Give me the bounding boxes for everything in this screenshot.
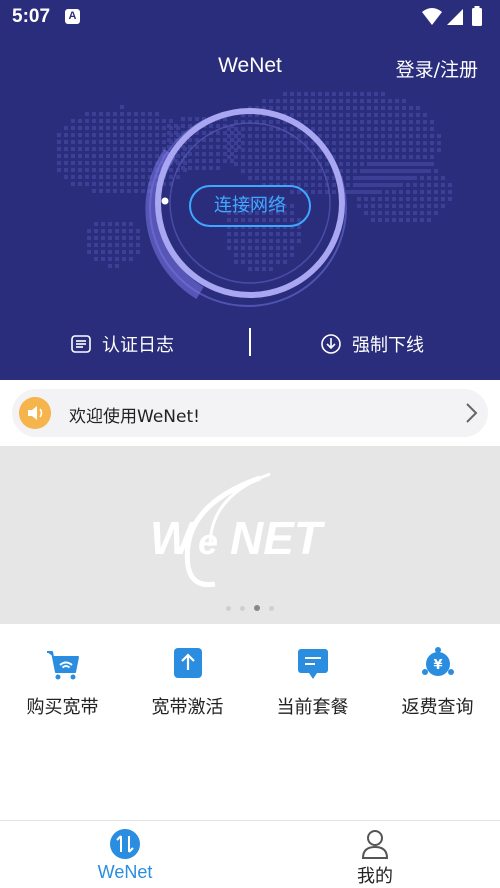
shortcut-activate-broadband[interactable]: 宽带激活 <box>125 640 250 730</box>
auth-log-label: 认证日志 <box>102 335 174 356</box>
carousel-dot[interactable] <box>269 606 274 611</box>
log-icon <box>71 335 91 353</box>
shortcut-current-package[interactable]: 当前套餐 <box>250 640 375 730</box>
person-icon <box>361 830 389 859</box>
shortcut-label: 当前套餐 <box>276 697 349 718</box>
wenet-tab-icon <box>110 829 140 859</box>
a-icon: A <box>65 9 80 24</box>
refund-icon: ¥ <box>422 647 454 676</box>
status-bar: 5:07 A <box>0 0 500 34</box>
download-icon <box>321 334 341 354</box>
package-icon <box>298 649 328 679</box>
header-actions: 认证日志 强制下线 <box>0 322 500 366</box>
wifi-icon <box>422 8 442 25</box>
force-offline-button[interactable]: 强制下线 <box>320 330 424 358</box>
tab-me-label: 我的 <box>357 866 393 887</box>
tab-me[interactable]: 我的 <box>250 821 500 888</box>
shortcut-label: 返费查询 <box>401 697 474 718</box>
ring-indicator-dot <box>161 197 169 205</box>
speaker-icon <box>19 397 51 429</box>
cart-icon <box>47 651 79 680</box>
carousel-dot[interactable] <box>240 606 245 611</box>
shortcut-label: 宽带激活 <box>151 697 224 718</box>
notice-bar[interactable]: 欢迎使用WeNet! <box>12 389 488 437</box>
wenet-logo: W e NET <box>150 472 326 588</box>
status-time: 5:07 <box>12 6 51 27</box>
shortcut-label: 购买宽带 <box>26 697 99 718</box>
login-register-link[interactable]: 登录/注册 <box>396 55 478 82</box>
battery-icon <box>472 8 482 26</box>
tab-wenet[interactable]: WeNet <box>0 821 250 888</box>
notice-text: 欢迎使用WeNet! <box>69 407 200 427</box>
upload-icon <box>174 648 202 678</box>
svg-text:NET: NET <box>230 512 326 564</box>
auth-log-button[interactable]: 认证日志 <box>70 330 174 358</box>
carousel-indicators <box>222 604 278 614</box>
chevron-right-icon <box>466 403 478 423</box>
force-offline-label: 强制下线 <box>352 335 424 356</box>
action-divider <box>249 328 251 356</box>
svg-text:¥: ¥ <box>433 658 442 673</box>
bottom-tab-bar: WeNet 我的 <box>0 820 500 888</box>
carousel-dot-active[interactable] <box>254 605 260 611</box>
banner-carousel[interactable]: W e NET <box>0 446 500 624</box>
header-panel: 5:07 A WeNet 登录/注册 连接网络 认证日志 强制下线 <box>0 0 500 380</box>
shortcut-refund-query[interactable]: ¥ 返费查询 <box>375 640 500 730</box>
status-icons <box>422 6 482 26</box>
svg-text:W: W <box>150 512 197 564</box>
signal-icon <box>447 9 463 25</box>
connect-network-button[interactable]: 连接网络 <box>189 185 311 227</box>
shortcut-buy-broadband[interactable]: 购买宽带 <box>0 640 125 730</box>
shortcut-grid: 购买宽带 宽带激活 当前套餐 ¥ 返费查询 <box>0 640 500 730</box>
tab-wenet-label: WeNet <box>97 862 153 882</box>
svg-text:e: e <box>198 521 218 562</box>
carousel-dot[interactable] <box>226 606 231 611</box>
